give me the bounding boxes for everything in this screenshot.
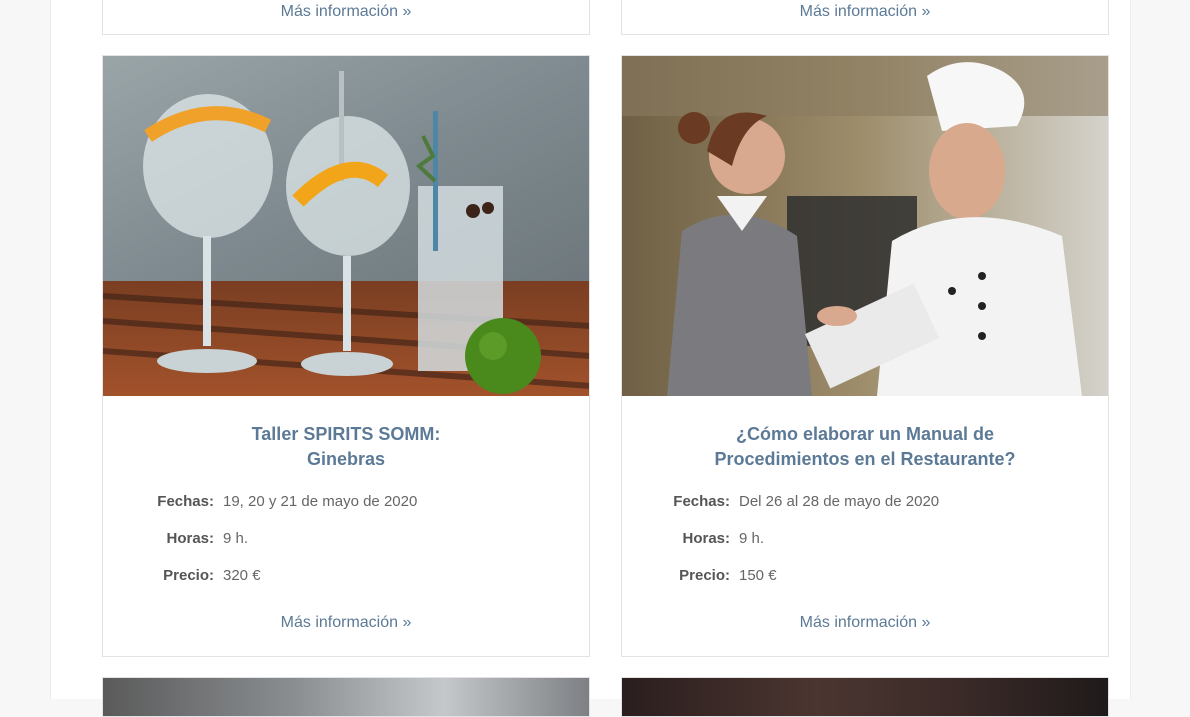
course-card-ginebras: Taller SPIRITS SOMM: Ginebras Fechas: 19… xyxy=(102,55,590,657)
hours-label: Horas: xyxy=(166,530,214,547)
course-card-top-left: Más información » xyxy=(102,0,590,35)
price-label: Precio: xyxy=(163,567,214,584)
course-image[interactable] xyxy=(622,678,1108,716)
course-card-bottom-left xyxy=(102,677,590,717)
hours-value: 9 h. xyxy=(739,530,765,547)
dates-label: Fechas: xyxy=(673,493,730,510)
gin-tonic-image xyxy=(103,56,589,396)
hours-value: 9 h. xyxy=(223,530,249,547)
chef-manager-image xyxy=(622,56,1108,396)
course-title-line1[interactable]: ¿Cómo elaborar un Manual de xyxy=(622,422,1108,447)
hours-row: Horas: 9 h. xyxy=(103,530,589,550)
course-image[interactable] xyxy=(103,56,589,396)
dates-row: Fechas: 19, 20 y 21 de mayo de 2020 xyxy=(103,493,589,513)
more-info-link[interactable]: Más información » xyxy=(622,614,1108,632)
hours-label: Horas: xyxy=(682,530,730,547)
more-info-link[interactable]: Más información » xyxy=(103,3,589,21)
more-info-link[interactable]: Más información » xyxy=(622,3,1108,21)
dates-value: Del 26 al 28 de mayo de 2020 xyxy=(739,493,940,510)
dates-value: 19, 20 y 21 de mayo de 2020 xyxy=(223,493,418,510)
course-title-line2[interactable]: Ginebras xyxy=(103,447,589,472)
dates-label: Fechas: xyxy=(157,493,214,510)
course-card-top-right: Más información » xyxy=(621,0,1109,35)
price-value: 320 € xyxy=(223,567,261,584)
course-image[interactable] xyxy=(622,56,1108,396)
price-value: 150 € xyxy=(739,567,777,584)
course-title-line1[interactable]: Taller SPIRITS SOMM: xyxy=(103,422,589,447)
course-card-bottom-right xyxy=(621,677,1109,717)
price-label: Precio: xyxy=(679,567,730,584)
dates-row: Fechas: Del 26 al 28 de mayo de 2020 xyxy=(622,493,1108,513)
course-title[interactable]: Taller SPIRITS SOMM: Ginebras xyxy=(103,422,589,472)
price-row: Precio: 320 € xyxy=(103,567,589,587)
course-title[interactable]: ¿Cómo elaborar un Manual de Procedimient… xyxy=(622,422,1108,472)
hours-row: Horas: 9 h. xyxy=(622,530,1108,550)
price-row: Precio: 150 € xyxy=(622,567,1108,587)
course-title-line2[interactable]: Procedimientos en el Restaurante? xyxy=(622,447,1108,472)
course-card-manual-procedimientos: ¿Cómo elaborar un Manual de Procedimient… xyxy=(621,55,1109,657)
page-content: Más información » Más información » Tall… xyxy=(50,0,1131,717)
more-info-link[interactable]: Más información » xyxy=(103,614,589,632)
course-image[interactable] xyxy=(103,678,589,716)
